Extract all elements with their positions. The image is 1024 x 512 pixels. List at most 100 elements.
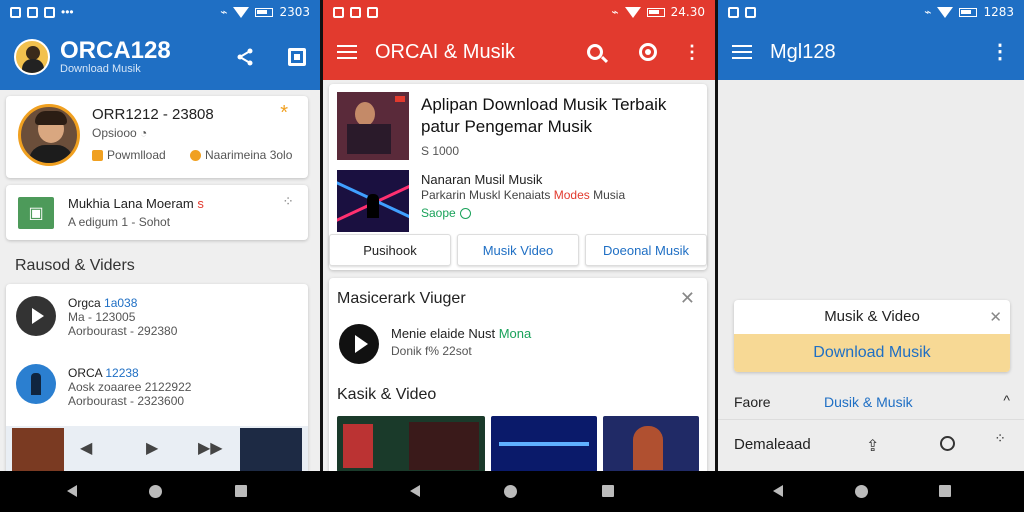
playbook-button[interactable]: Pusihook (329, 234, 451, 266)
system-nav-bar (0, 471, 1024, 512)
album-thumb (12, 428, 64, 471)
profile-name: ORR1212 - 23808 (92, 106, 214, 123)
mini-card[interactable]: ▣ Mukhia Lana Moeram s A edigum 1 - Soho… (6, 185, 308, 240)
back-icon[interactable] (410, 485, 420, 497)
back-icon[interactable] (67, 485, 77, 497)
settings-row[interactable]: Demaleaad ⇪ ⁘ (718, 426, 1024, 466)
item-desc: Parkarin Muskl Kenaiats Modes Musia (421, 188, 626, 202)
mini-card-title: Mukhia Lana Moeram (68, 196, 194, 211)
mini-card-subtitle: A edigum 1 - Sohot (68, 215, 171, 229)
back-icon[interactable] (773, 485, 783, 497)
wifi-icon (624, 6, 641, 18)
verified-icon (459, 207, 471, 219)
mini-player: ◀ ▶ ▶▶ (6, 426, 308, 471)
play-button[interactable] (339, 324, 379, 364)
battery-icon (959, 7, 978, 17)
app-title: ORCA128 (60, 37, 171, 64)
app-bar: ORCAI & Musik ⋮ (323, 24, 715, 80)
download-musik-button[interactable]: Doeonal Musik (585, 234, 707, 266)
menu-icon[interactable] (732, 45, 752, 59)
row-label: Demaleaad (734, 436, 811, 453)
image-icon: ▣ (18, 197, 54, 229)
search-icon[interactable] (940, 436, 955, 451)
item-title: Nanaran Musil Musik (421, 172, 543, 187)
panel-title: Masicerark Viuger (337, 290, 466, 307)
featured-meta: S 1000 (421, 144, 460, 158)
notification-icon (333, 6, 344, 18)
share-icon[interactable]: ⇪ (866, 436, 879, 456)
more-notifications-icon: ••• (61, 5, 74, 19)
status-time: 2303 (279, 5, 310, 19)
home-icon[interactable] (855, 485, 868, 498)
play-button[interactable] (16, 296, 56, 336)
row-label: Faore (734, 394, 771, 410)
more-chip[interactable]: Naarimeina 3olo (190, 148, 292, 162)
notification-icon (745, 6, 756, 18)
profile-avatar (18, 104, 80, 166)
media-list: Orgca 1a038 Ma - 123005 Aorbourast - 292… (6, 284, 308, 471)
recents-icon[interactable] (602, 485, 614, 497)
download-musik-button[interactable]: Download Musik (734, 334, 1010, 372)
next-icon[interactable]: ▶▶ (198, 438, 223, 458)
status-bar: ••• ⌁ 2303 (0, 0, 320, 24)
notification-icon (27, 6, 38, 18)
voice-search-icon[interactable] (639, 43, 657, 61)
list-item[interactable]: ORCA 12238 Aosk zoaaree 2122922 Aorboura… (6, 354, 308, 420)
status-bar: ⌁ 24.30 (323, 0, 715, 24)
notification-icon (10, 6, 21, 18)
app-bar: Mgl128 ⋮ (718, 24, 1024, 80)
item-status: Saope (421, 206, 471, 220)
search-icon[interactable] (587, 44, 609, 64)
status-time: 1283 (983, 5, 1014, 19)
featured-thumb[interactable] (337, 92, 409, 160)
grid-menu-icon[interactable]: ⁘ (994, 431, 1006, 445)
video-thumb[interactable] (491, 416, 597, 471)
notification-icon (350, 6, 361, 18)
item-thumb[interactable] (337, 170, 409, 232)
vibrate-icon: ⌁ (611, 5, 619, 19)
app-title: ORCAI & Musik (375, 40, 516, 63)
artist-avatar (16, 364, 56, 404)
more-options-icon[interactable]: ⋮ (990, 42, 1010, 62)
notification-icon (728, 6, 739, 18)
menu-icon[interactable] (337, 45, 357, 59)
play-icon[interactable]: ▶ (146, 438, 158, 458)
wifi-icon (937, 6, 954, 18)
vibrate-icon: ⌁ (220, 5, 228, 19)
download-dialog: Musik & Video ✕ Download Musik (734, 300, 1010, 372)
player-sub: Donik f% 22sot (391, 344, 472, 358)
video-thumb[interactable] (337, 416, 485, 471)
musik-video-button[interactable]: Musik Video (457, 234, 579, 266)
video-thumb[interactable] (603, 416, 699, 471)
gallery-title: Kasik & Video (337, 386, 437, 403)
more-options-icon[interactable]: ⋮ (683, 42, 701, 63)
share-icon[interactable] (236, 48, 254, 66)
list-item[interactable]: Orgca 1a038 Ma - 123005 Aorbourast - 292… (6, 284, 308, 350)
row-value: Dusik & Musik (824, 394, 913, 410)
status-time: 24.30 (670, 5, 705, 19)
home-icon[interactable] (149, 485, 162, 498)
battery-icon (646, 7, 665, 17)
action-buttons: Pusihook Musik Video Doeonal Musik (329, 234, 707, 266)
close-icon[interactable]: ✕ (989, 308, 1002, 326)
previous-icon[interactable]: ◀ (80, 438, 92, 458)
download-icon (92, 149, 103, 161)
dialog-title: Musik & Video (824, 308, 920, 325)
battery-icon (255, 7, 274, 17)
playlist-icon[interactable] (288, 48, 306, 66)
avatar[interactable] (14, 39, 50, 75)
chevron-up-icon[interactable]: ^ (1003, 392, 1010, 408)
settings-row[interactable]: Faore Dusik & Musik ^ (718, 384, 1024, 420)
home-icon[interactable] (504, 485, 517, 498)
recents-icon[interactable] (235, 485, 247, 497)
download-chip[interactable]: Powmlload (92, 148, 166, 162)
profile-card[interactable]: ORR1212 - 23808 * Opsiooo ◔ Powmlload Na… (6, 96, 308, 178)
vibrate-icon: ⌁ (924, 5, 932, 19)
status-bar: ⌁ 1283 (718, 0, 1024, 24)
recents-icon[interactable] (939, 485, 951, 497)
star-icon[interactable]: * (280, 102, 288, 125)
close-icon[interactable]: ✕ (680, 288, 695, 309)
grid-menu-icon[interactable]: ⁘ (282, 194, 294, 208)
app-subtitle: Download Musik (60, 63, 141, 75)
section-title: Rausod & Viders (15, 257, 135, 274)
